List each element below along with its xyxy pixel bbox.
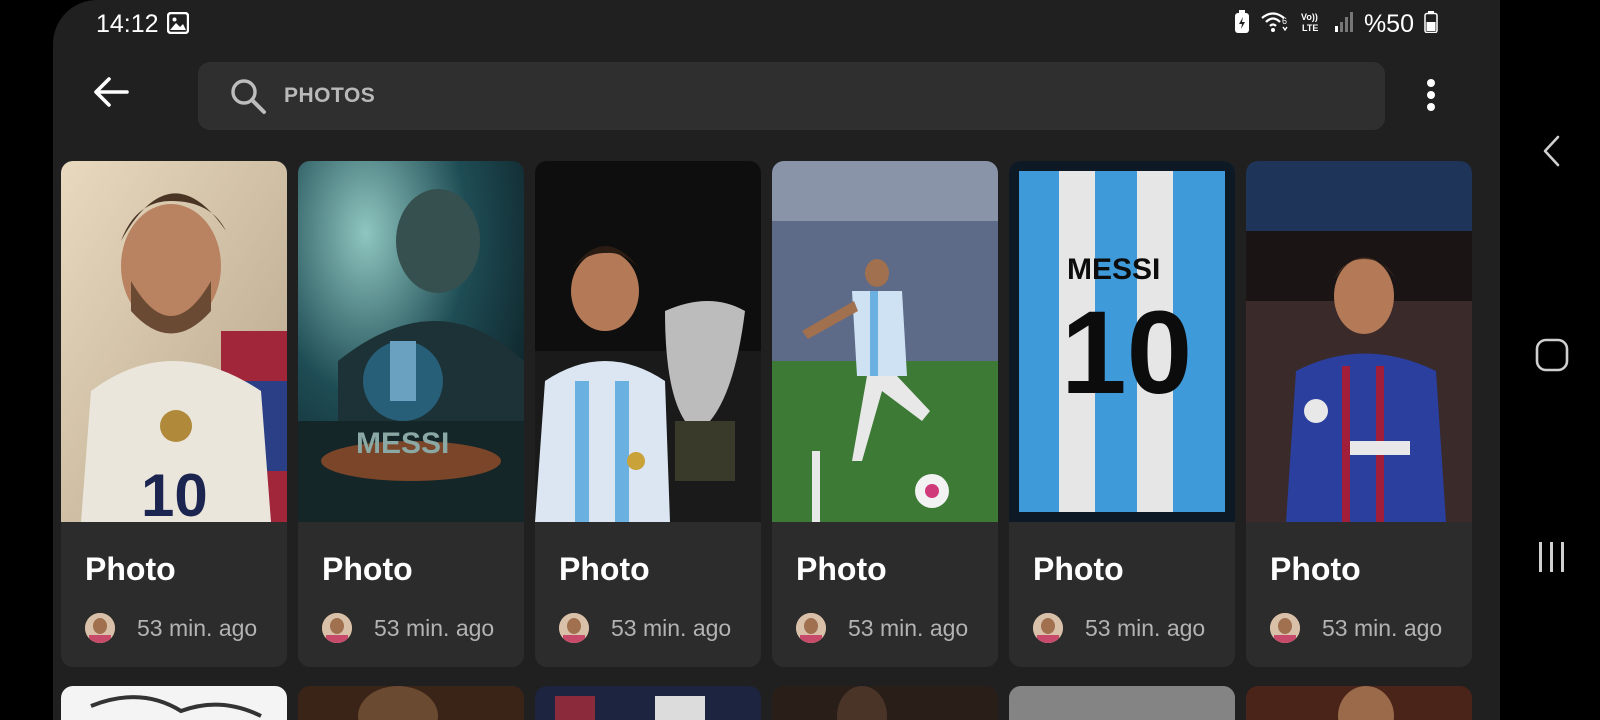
jersey-number-text: 10 (1061, 287, 1192, 419)
photo-card-title: Photo (1033, 551, 1124, 587)
photo-card[interactable]: 10 Photo 53 min. ago (61, 161, 287, 667)
search-icon[interactable] (228, 76, 268, 116)
search-bar[interactable]: PHOTOS (198, 62, 1385, 130)
thumbnail-text: MESSI (356, 427, 449, 460)
photo-card-title: Photo (559, 551, 650, 587)
photo-card[interactable]: Photo 53 min. ago (772, 161, 998, 667)
photo-thumbnail-partial[interactable] (298, 686, 524, 720)
battery-saver-icon (1234, 10, 1250, 39)
avatar (1033, 613, 1063, 643)
photo-card-timestamp: 53 min. ago (137, 615, 258, 641)
photo-card-title: Photo (322, 551, 413, 587)
status-icons: 6 Vo)) LTE %50 (1234, 10, 1438, 39)
avatar (796, 613, 826, 643)
jersey-name-text: MESSI (1067, 253, 1160, 286)
photo-card-timestamp: 53 min. ago (374, 615, 495, 641)
more-vertical-icon (1426, 78, 1436, 117)
wifi-6-icon: 6 (1260, 10, 1290, 39)
photo-thumbnail-partial[interactable] (61, 686, 287, 720)
photo-card-timestamp: 53 min. ago (848, 615, 969, 641)
photo-card[interactable]: Photo 53 min. ago (535, 161, 761, 667)
avatar (1270, 613, 1300, 643)
photo-thumbnail-partial[interactable] (772, 686, 998, 720)
arrow-left-icon (93, 76, 129, 113)
system-home-button[interactable] (1530, 335, 1574, 379)
more-options-button[interactable] (1413, 75, 1449, 119)
photo-thumbnail[interactable]: MESSI 10 (1009, 161, 1235, 522)
photo-card-timestamp: 53 min. ago (1322, 615, 1443, 641)
status-bar: 14:12 6 Vo)) LTE %50 (53, 0, 1500, 46)
photo-thumbnail[interactable] (772, 161, 998, 522)
search-input[interactable]: PHOTOS (284, 84, 375, 108)
back-button[interactable] (89, 72, 133, 116)
photo-card-title: Photo (796, 551, 887, 587)
system-back-button[interactable] (1530, 131, 1574, 175)
battery-icon (1424, 11, 1438, 38)
photo-card-title: Photo (1270, 551, 1361, 587)
photo-thumbnail-partial[interactable] (1246, 686, 1472, 720)
volte-icon: Vo)) LTE (1300, 10, 1324, 39)
gallery-icon (166, 11, 190, 35)
recents-icon (1537, 541, 1567, 578)
system-recents-button[interactable] (1530, 537, 1574, 581)
battery-percent: %50 (1363, 10, 1414, 38)
svg-text:6: 6 (1282, 16, 1287, 26)
photo-card[interactable]: Photo 53 min. ago (1246, 161, 1472, 667)
back-chevron-icon (1542, 135, 1562, 172)
svg-text:LTE: LTE (1302, 23, 1318, 33)
avatar (559, 613, 589, 643)
photo-card[interactable]: MESSI Photo 53 min. ago (298, 161, 524, 667)
photo-card-timestamp: 53 min. ago (611, 615, 732, 641)
photo-thumbnail-partial[interactable] (1009, 686, 1235, 720)
photo-thumbnail[interactable]: 10 (61, 161, 287, 522)
signal-icon (1334, 11, 1354, 38)
photo-card-title: Photo (85, 551, 176, 587)
photo-thumbnail[interactable] (1246, 161, 1472, 522)
photo-thumbnail[interactable] (535, 161, 761, 522)
svg-text:10: 10 (141, 462, 208, 522)
photo-card-timestamp: 53 min. ago (1085, 615, 1206, 641)
photo-thumbnail-partial[interactable] (535, 686, 761, 720)
avatar (322, 613, 352, 643)
avatar (85, 613, 115, 643)
home-icon (1535, 338, 1569, 377)
photo-thumbnail[interactable]: MESSI (298, 161, 524, 522)
photo-card[interactable]: MESSI 10 Photo 53 min. ago (1009, 161, 1235, 667)
status-time: 14:12 (96, 10, 159, 38)
app-screen: 14:12 6 Vo)) LTE %50 PHOTOS 10 Photo 53 … (53, 0, 1500, 720)
svg-text:Vo)): Vo)) (1301, 12, 1318, 22)
